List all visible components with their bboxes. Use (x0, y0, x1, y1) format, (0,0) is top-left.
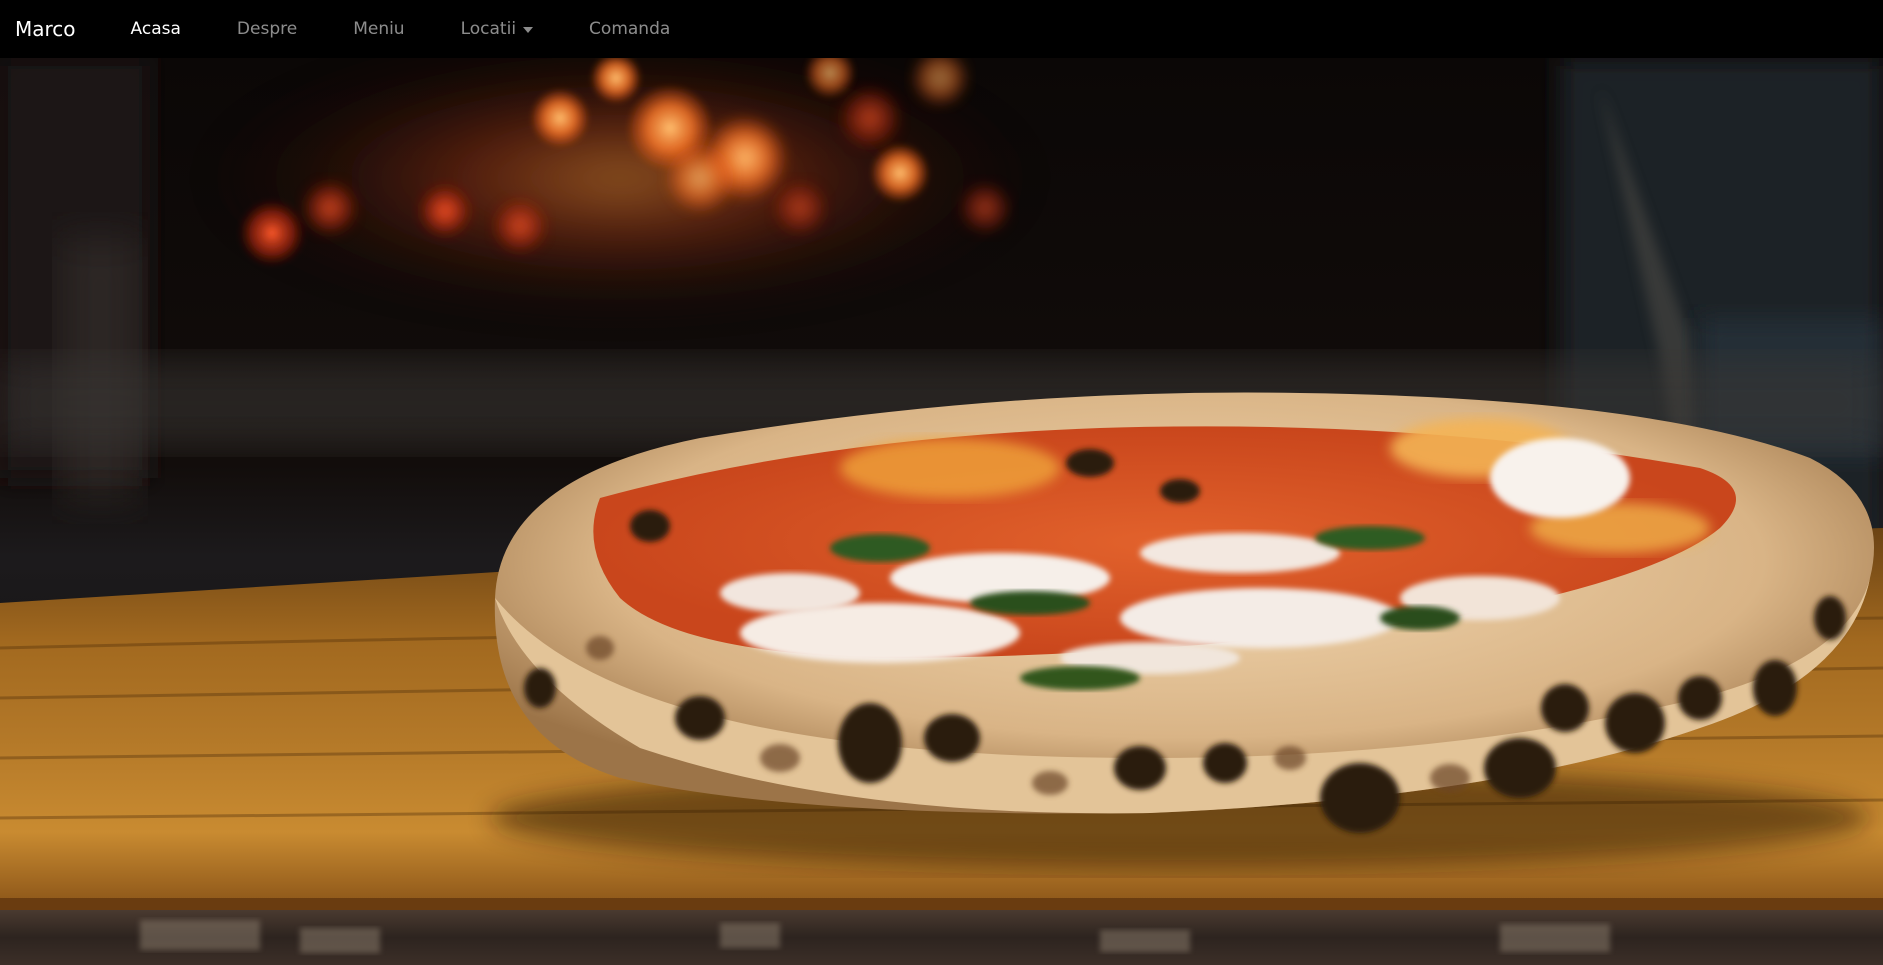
hero-pizza-image (0, 58, 1883, 965)
nav-item-locatii-dropdown[interactable]: Locatii (433, 19, 561, 39)
nav-item-locatii-label: Locatii (460, 19, 517, 39)
top-navbar: Marco Acasa Despre Meniu Locatii Comanda (0, 0, 1883, 58)
caret-down-icon (523, 27, 534, 33)
brand-logo-link[interactable]: Marco (15, 17, 76, 41)
nav-item-comanda[interactable]: Comanda (561, 19, 698, 39)
nav-item-meniu[interactable]: Meniu (325, 19, 432, 39)
nav-item-acasa[interactable]: Acasa (103, 19, 209, 39)
nav-item-despre[interactable]: Despre (209, 19, 325, 39)
